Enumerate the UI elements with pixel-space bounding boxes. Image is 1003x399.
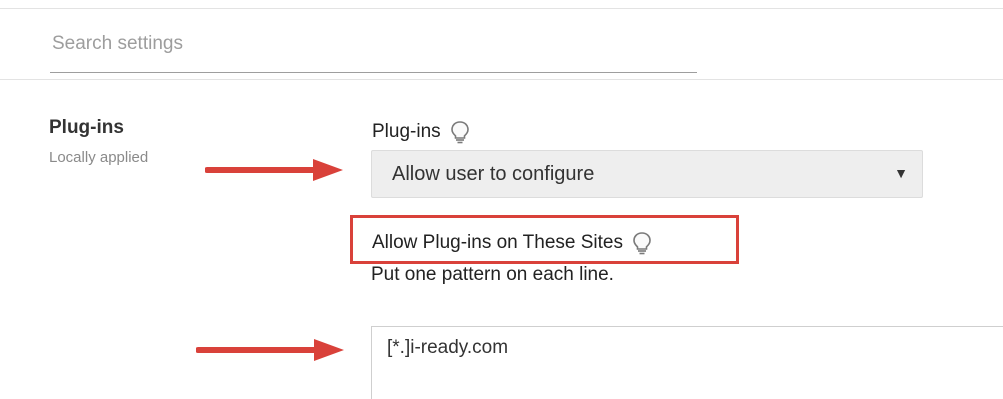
annotation-arrow-icon (205, 159, 343, 181)
top-divider (0, 8, 1003, 9)
search-field[interactable] (50, 26, 699, 73)
caret-down-icon: ▼ (894, 165, 908, 181)
allow-sites-textarea-value: [*.]i-ready.com (387, 337, 509, 358)
plugins-label-text: Plug-ins (372, 121, 441, 142)
section-divider (0, 79, 1003, 80)
policy-scope: Locally applied (49, 149, 149, 166)
allow-sites-textarea[interactable]: [*.]i-ready.com (371, 326, 1003, 399)
plugins-select[interactable]: Allow user to configure ▼ (371, 150, 923, 198)
settings-page: Plug-ins Locally applied Plug-ins Allow … (0, 0, 1003, 399)
allow-sites-help-text: Put one pattern on each line. (371, 264, 614, 285)
plugins-field-label: Plug-ins (372, 120, 471, 144)
plugins-select-value: Allow user to configure (392, 163, 595, 185)
lightbulb-icon[interactable] (449, 120, 471, 144)
annotation-arrow-icon (196, 339, 344, 361)
lightbulb-icon[interactable] (631, 231, 653, 255)
policy-title: Plug-ins (49, 117, 124, 138)
allow-sites-label-text: Allow Plug-ins on These Sites (372, 232, 623, 253)
search-input[interactable] (50, 26, 699, 62)
allow-sites-field-label: Allow Plug-ins on These Sites (372, 231, 653, 255)
